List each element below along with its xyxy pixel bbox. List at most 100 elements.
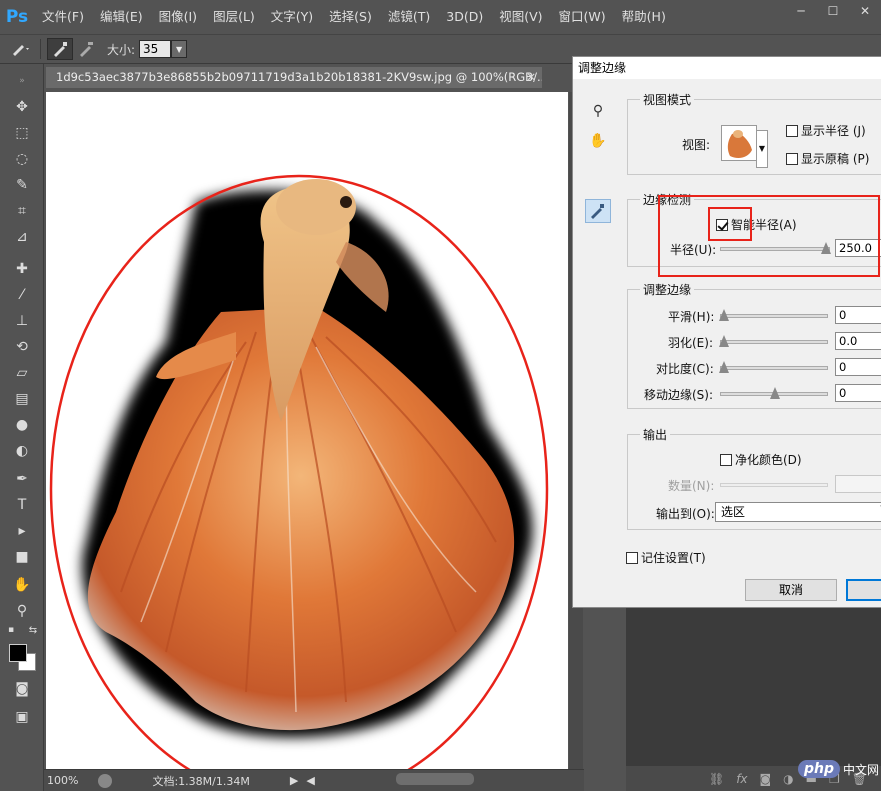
toolbox-collapse-icon[interactable]: » bbox=[9, 70, 35, 92]
default-colors-icon[interactable]: ▪ bbox=[4, 624, 18, 636]
shift-edge-slider-thumb[interactable] bbox=[770, 387, 780, 399]
shift-edge-input[interactable]: 0 bbox=[835, 384, 881, 402]
path-selection-tool-icon[interactable]: ▸ bbox=[9, 520, 35, 542]
close-icon[interactable]: ✕ bbox=[849, 0, 881, 22]
cancel-button[interactable]: 取消 bbox=[745, 579, 837, 601]
remember-settings-box[interactable] bbox=[626, 552, 638, 564]
eyedropper-tool-icon[interactable]: ⊿ bbox=[9, 226, 35, 248]
dodge-tool-icon[interactable]: ◐ bbox=[9, 440, 35, 462]
feather-slider[interactable] bbox=[719, 335, 828, 347]
view-dropdown-icon[interactable]: ▼ bbox=[756, 130, 768, 168]
zoom-level[interactable]: 100% bbox=[47, 774, 78, 787]
scroll-left-icon[interactable]: ◀ bbox=[306, 774, 314, 787]
marquee-tool-icon[interactable]: ⬚ bbox=[9, 122, 35, 144]
brush-preset-icon[interactable] bbox=[8, 38, 34, 60]
status-info-icon[interactable] bbox=[98, 773, 113, 788]
hand-icon[interactable]: ✋ bbox=[585, 129, 611, 153]
quick-selection-tool-icon[interactable]: ✎ bbox=[9, 174, 35, 196]
decontaminate-box[interactable] bbox=[720, 454, 732, 466]
eraser-tool-icon[interactable]: ▱ bbox=[9, 362, 35, 384]
size-dropdown-icon[interactable]: ▼ bbox=[171, 40, 188, 58]
document-tab[interactable]: 1d9c53aec3877b3e86855b2b09711719d3a1b20b… bbox=[46, 67, 542, 88]
blur-tool-icon[interactable]: ● bbox=[9, 414, 35, 436]
clone-stamp-tool-icon[interactable]: ⊥ bbox=[9, 310, 35, 332]
minimize-icon[interactable]: ─ bbox=[785, 0, 817, 22]
menu-edit[interactable]: 编辑(E) bbox=[92, 0, 151, 34]
annotation-box-smart-radius bbox=[708, 207, 752, 241]
menu-3d[interactable]: 3D(D) bbox=[438, 0, 491, 34]
status-menu-arrow-icon[interactable]: ▶ bbox=[290, 774, 298, 787]
view-preview-thumbnail[interactable] bbox=[721, 125, 757, 161]
type-tool-icon[interactable]: T bbox=[9, 494, 35, 516]
menu-view[interactable]: 视图(V) bbox=[491, 0, 550, 34]
link-layers-icon[interactable]: ⛓ bbox=[709, 772, 724, 786]
screen-mode-icon[interactable]: ▣ bbox=[9, 706, 35, 728]
show-original-box[interactable] bbox=[786, 153, 798, 165]
view-label: 视图: bbox=[682, 138, 711, 152]
adjustment-layer-icon[interactable]: ◑ bbox=[783, 772, 793, 786]
show-radius-checkbox[interactable]: 显示半径 (J) bbox=[786, 122, 866, 139]
menu-type[interactable]: 文字(Y) bbox=[263, 0, 321, 34]
history-brush-tool-icon[interactable]: ⟲ bbox=[9, 336, 35, 358]
crop-tool-icon[interactable]: ⌗ bbox=[9, 200, 35, 222]
menu-help[interactable]: 帮助(H) bbox=[614, 0, 674, 34]
healing-brush-tool-icon[interactable]: ✚ bbox=[9, 258, 35, 280]
contrast-input[interactable]: 0 bbox=[835, 358, 881, 376]
refine-radius-icon[interactable] bbox=[585, 199, 611, 223]
output-to-select[interactable]: 选区 ﹀ bbox=[715, 502, 881, 522]
document-canvas[interactable] bbox=[46, 92, 568, 769]
rectangle-tool-icon[interactable]: ■ bbox=[9, 546, 35, 568]
size-input[interactable]: 35 bbox=[139, 40, 172, 58]
zoom-tool-icon[interactable]: ⚲ bbox=[9, 600, 35, 622]
document-tab-title: 1d9c53aec3877b3e86855b2b09711719d3a1b20b… bbox=[56, 70, 542, 84]
shift-edge-label: 移动边缘(S): bbox=[644, 388, 714, 402]
feather-slider-thumb[interactable] bbox=[719, 335, 729, 347]
canvas-horizontal-scroll-thumb[interactable] bbox=[396, 773, 474, 785]
feather-input[interactable]: 0.0 bbox=[835, 332, 881, 350]
show-original-checkbox[interactable]: 显示原稿 (P) bbox=[786, 150, 869, 167]
feather-label: 羽化(E): bbox=[668, 336, 713, 350]
maximize-icon[interactable]: ☐ bbox=[817, 0, 849, 22]
menu-select[interactable]: 选择(S) bbox=[321, 0, 380, 34]
view-mode-group: 视图模式 视图: ▼ 显示半径 (J) 显示原稿 (P) bbox=[627, 91, 881, 175]
lasso-tool-icon[interactable]: ◌ bbox=[9, 148, 35, 170]
move-tool-icon[interactable]: ✥ bbox=[9, 96, 35, 118]
zoom-icon[interactable]: ⚲ bbox=[585, 99, 611, 123]
remember-settings-checkbox[interactable]: 记住设置(T) bbox=[626, 549, 706, 566]
smooth-slider-thumb[interactable] bbox=[719, 309, 729, 321]
watermark: php 中文网 bbox=[798, 760, 879, 778]
menu-window[interactable]: 窗口(W) bbox=[551, 0, 614, 34]
menu-filter[interactable]: 滤镜(T) bbox=[380, 0, 438, 34]
layer-mask-icon[interactable]: ◙ bbox=[760, 772, 772, 786]
annotation-box-edge-detection bbox=[658, 195, 880, 277]
ok-button[interactable] bbox=[846, 579, 881, 601]
show-radius-box[interactable] bbox=[786, 125, 798, 137]
contrast-slider[interactable] bbox=[719, 361, 828, 373]
menu-layer[interactable]: 图层(L) bbox=[205, 0, 263, 34]
toolbox: » ✥ ⬚ ◌ ✎ ⌗ ⊿ ✚ ⁄ ⊥ ⟲ ▱ ▤ ● ◐ ✒ T ▸ ■ ✋ … bbox=[0, 64, 44, 791]
close-document-icon[interactable]: ✕ bbox=[526, 67, 536, 88]
output-group: 输出 净化颜色(D) 数量(N): 输出到(O): 选区 ﹀ bbox=[627, 426, 881, 530]
contrast-slider-thumb[interactable] bbox=[719, 361, 729, 373]
view-mode-title: 视图模式 bbox=[640, 91, 695, 108]
foreground-color-swatch[interactable] bbox=[9, 644, 27, 662]
gradient-tool-icon[interactable]: ▤ bbox=[9, 388, 35, 410]
smooth-slider[interactable] bbox=[719, 309, 828, 321]
layers-panel bbox=[626, 606, 881, 766]
quick-mask-icon[interactable]: ◙ bbox=[9, 678, 35, 700]
hand-tool-icon[interactable]: ✋ bbox=[9, 574, 35, 596]
output-to-value: 选区 bbox=[721, 505, 746, 519]
refine-radius-tool-icon[interactable] bbox=[47, 38, 73, 60]
decontaminate-label: 净化颜色(D) bbox=[735, 453, 802, 467]
pen-tool-icon[interactable]: ✒ bbox=[9, 468, 35, 490]
layer-style-icon[interactable]: fx bbox=[736, 772, 747, 786]
menu-bar: Ps 文件(F) 编辑(E) 图像(I) 图层(L) 文字(Y) 选择(S) 滤… bbox=[0, 0, 881, 34]
menu-file[interactable]: 文件(F) bbox=[34, 0, 92, 34]
decontaminate-checkbox[interactable]: 净化颜色(D) bbox=[720, 451, 802, 468]
menu-image[interactable]: 图像(I) bbox=[151, 0, 205, 34]
erase-refinements-tool-icon[interactable] bbox=[73, 38, 99, 60]
brush-tool-icon[interactable]: ⁄ bbox=[9, 284, 35, 306]
swap-colors-icon[interactable]: ⇆ bbox=[26, 624, 40, 636]
smooth-input[interactable]: 0 bbox=[835, 306, 881, 324]
shift-edge-slider[interactable] bbox=[720, 387, 828, 399]
